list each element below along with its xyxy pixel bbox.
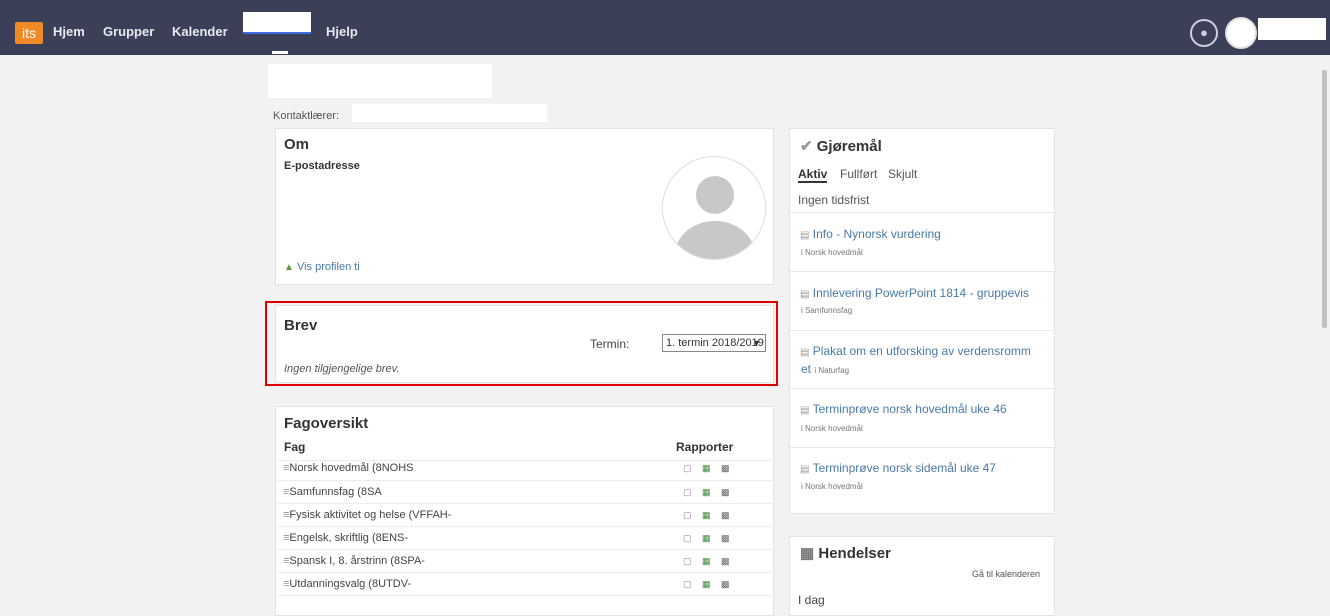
- fag-row-samfunnsfag[interactable]: ≡Samfunnsfag (8SA: [283, 486, 382, 498]
- hendelser-header: ▦ Hendelser: [800, 544, 891, 562]
- folder-icon[interactable]: ▢: [683, 579, 692, 590]
- tab-fullfort[interactable]: Fullført: [840, 167, 877, 181]
- gjoremal-card: ✔ Gjøremål Aktiv Fullført Skjult Ingen t…: [789, 128, 1055, 514]
- task-subject: i Norsk hovedmål: [801, 482, 863, 491]
- task-item-continued: et i Naturfag: [801, 362, 850, 376]
- folder-icon[interactable]: ▢: [683, 556, 692, 567]
- task-item[interactable]: ▤ Terminprøve norsk sidemål uke 47: [800, 461, 996, 475]
- row-divider: [277, 572, 772, 573]
- ingen-tidsfrist-heading: Ingen tidsfrist: [798, 193, 870, 207]
- brev-highlight-frame: [265, 301, 778, 386]
- om-title: Om: [284, 136, 310, 153]
- task-divider: [790, 212, 1055, 213]
- row-divider: [277, 526, 772, 527]
- nav-hjelp[interactable]: Hjelp: [326, 24, 358, 39]
- row-divider: [277, 480, 772, 481]
- gjoremal-title: Gjøremål: [816, 138, 882, 155]
- folder-icon[interactable]: ▢: [683, 533, 692, 544]
- nav-redacted-item[interactable]: [243, 12, 311, 34]
- document-icon[interactable]: ▦: [702, 556, 711, 567]
- fag-row-norsk[interactable]: ≡Norsk hovedmål (8NOHS: [283, 462, 414, 474]
- its-logo[interactable]: its: [15, 22, 43, 44]
- i-dag-label: I dag: [798, 593, 825, 607]
- nav-hjem[interactable]: Hjem: [53, 24, 85, 39]
- fag-row-fysisk[interactable]: ≡Fysisk aktivitet og helse (VFFAH-: [283, 509, 451, 521]
- task-subject: i Samfunnsfag: [801, 306, 853, 315]
- nav-kalender[interactable]: Kalender: [172, 24, 228, 39]
- document-icon: ▤: [800, 347, 810, 358]
- nav-active-indicator: [272, 51, 288, 54]
- calendar-icon: ▦: [800, 545, 815, 562]
- task-item[interactable]: ▤ Innlevering PowerPoint 1814 - gruppevi…: [800, 286, 1029, 300]
- nav-grupper[interactable]: Grupper: [103, 24, 154, 39]
- document-icon: ▤: [800, 230, 810, 241]
- fag-row-spansk[interactable]: ≡Spansk I, 8. årstrinn (8SPA-: [283, 555, 425, 567]
- document-icon[interactable]: ▦: [702, 579, 711, 590]
- task-divider: [790, 271, 1055, 272]
- fag-row-utdanningsvalg[interactable]: ≡Utdanningsvalg (8UTDV-: [283, 578, 411, 590]
- row-divider: [277, 549, 772, 550]
- document-icon[interactable]: ▦: [702, 487, 711, 498]
- fag-row-engelsk[interactable]: ≡Engelsk, skriftlig (8ENS-: [283, 532, 408, 544]
- copy-icon[interactable]: ▩: [721, 463, 730, 474]
- document-icon: ▤: [800, 464, 810, 475]
- profile-avatar: [662, 156, 766, 260]
- document-icon[interactable]: ▦: [702, 510, 711, 521]
- task-item[interactable]: ▤ Terminprøve norsk hovedmål uke 46: [800, 402, 1007, 416]
- task-divider: [790, 388, 1055, 389]
- hendelser-card: ▦ Hendelser Gå til kalenderen I dag: [789, 536, 1055, 616]
- row-divider: [277, 460, 772, 461]
- vis-profilen-link[interactable]: ▲ Vis profilen ti: [284, 261, 360, 273]
- task-divider: [790, 447, 1055, 448]
- top-navigation-bar: its Hjem Grupper Kalender Hjelp ●: [0, 0, 1330, 55]
- folder-icon[interactable]: ▢: [683, 463, 692, 474]
- tab-aktiv[interactable]: Aktiv: [798, 167, 828, 183]
- user-name-redacted[interactable]: [1258, 18, 1326, 40]
- task-subject: i Norsk hovedmål: [801, 424, 863, 433]
- gjoremal-header: ✔ Gjøremål: [800, 137, 882, 155]
- copy-icon[interactable]: ▩: [721, 533, 730, 544]
- person-icon: [675, 176, 755, 259]
- col-fag-header: Fag: [284, 440, 306, 454]
- document-icon: ▤: [800, 405, 810, 416]
- document-icon[interactable]: ▦: [702, 463, 711, 474]
- page-scrollbar[interactable]: [1322, 70, 1327, 328]
- bell-icon[interactable]: ●: [1190, 19, 1218, 47]
- task-item[interactable]: ▤ Plakat om en utforsking av verdensromm: [800, 344, 1031, 358]
- vis-profilen-label: Vis profilen ti: [296, 261, 360, 273]
- folder-icon[interactable]: ▢: [683, 510, 692, 521]
- ga-til-kalenderen-link[interactable]: Gå til kalenderen: [972, 569, 1040, 579]
- document-icon: ▤: [800, 289, 810, 300]
- kontaktlaerer-value-redacted: [352, 104, 547, 122]
- check-icon: ✔: [800, 138, 813, 155]
- copy-icon[interactable]: ▩: [721, 579, 730, 590]
- row-divider: [277, 595, 772, 596]
- copy-icon[interactable]: ▩: [721, 556, 730, 567]
- person-icon: ▲: [284, 262, 294, 273]
- tab-skjult[interactable]: Skjult: [888, 167, 917, 181]
- student-name-redacted: [268, 64, 492, 98]
- fagoversikt-title: Fagoversikt: [284, 415, 369, 432]
- folder-icon[interactable]: ▢: [683, 487, 692, 498]
- hendelser-title: Hendelser: [818, 545, 891, 562]
- row-divider: [277, 503, 772, 504]
- task-item[interactable]: ▤ Info - Nynorsk vurdering: [800, 227, 941, 241]
- document-icon[interactable]: ▦: [702, 533, 711, 544]
- task-subject: i Norsk hovedmål: [801, 248, 863, 257]
- user-avatar[interactable]: [1225, 17, 1257, 49]
- copy-icon[interactable]: ▩: [721, 510, 730, 521]
- email-label: E-postadresse: [284, 160, 360, 172]
- task-divider: [790, 330, 1055, 331]
- copy-icon[interactable]: ▩: [721, 487, 730, 498]
- col-rapporter-header: Rapporter: [676, 440, 734, 454]
- kontaktlaerer-label: Kontaktlærer:: [273, 110, 340, 122]
